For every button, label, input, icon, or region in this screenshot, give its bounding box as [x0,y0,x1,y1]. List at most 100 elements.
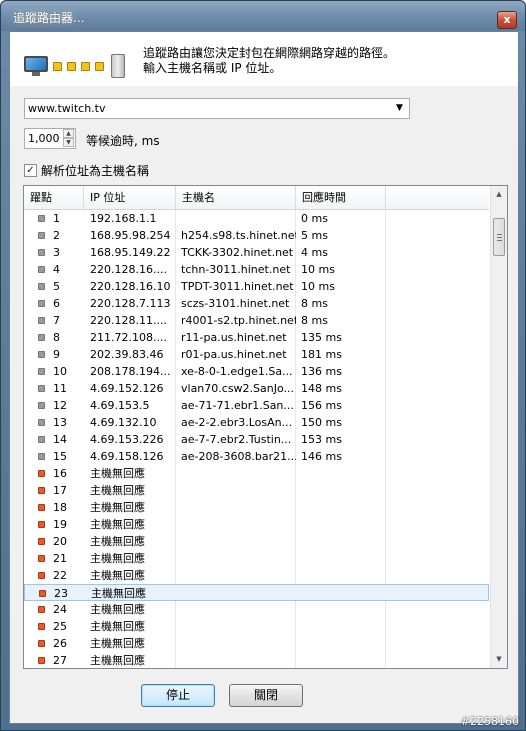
host-cell: tchn-3011.hinet.net [181,263,291,276]
hop-cell: 20 [30,533,84,550]
hop-number: 26 [53,637,67,650]
hop-timeout-icon [38,555,45,562]
hop-cell: 23 [31,585,85,602]
host-cell: TCKK-3302.hinet.net [181,246,294,259]
table-row[interactable]: 3 168.95.149.22 TCKK-3302.hinet.net 4 ms [24,244,489,261]
ip-cell: 211.72.108.... [90,331,167,344]
host-input-value[interactable]: www.twitch.tv [28,102,106,115]
dropdown-arrow-icon[interactable]: ▼ [392,101,407,116]
ip-cell: 168.95.98.254 [90,229,171,242]
spin-down-icon[interactable]: ▼ [63,138,74,147]
resolve-option[interactable]: ✓ 解析位址為主機名稱 [24,162,149,179]
hop-timeout-icon [38,521,45,528]
table-row[interactable]: 7 220.128.11.... r4001-s2.tp.hinet.net 8 ms [24,312,489,329]
table-row[interactable]: 25 主機無回應 [24,618,489,635]
time-cell [301,516,391,533]
time-cell [301,652,391,668]
hop-number: 8 [53,331,60,344]
time-cell [302,585,392,602]
hop-cell: 10 [30,363,84,380]
spin-up-icon[interactable]: ▲ [63,129,74,138]
col-header-ip[interactable]: IP 位址 [84,186,176,210]
host-cell: ae-208-3608.bar21... [181,450,296,463]
table-row[interactable]: 17 主機無回應 [24,482,489,499]
ip-cell: 主機無回應 [91,587,146,600]
time-cell [301,482,391,499]
table-row[interactable]: 18 主機無回應 [24,499,489,516]
table-row[interactable]: 22 主機無回應 [24,567,489,584]
table-row[interactable]: 5 220.128.16.10 TPDT-3011.hinet.net 10 ms [24,278,489,295]
title-bar[interactable]: 追蹤路由器... x [1,1,525,31]
description-line-1: 追蹤路由讓您決定封包在網際網路穿越的路徑。 [143,46,396,60]
table-row[interactable]: 27 主機無回應 [24,652,489,668]
host-cell: ae-7-7.ebr2.Tustin... [181,433,292,446]
time-cell [301,499,391,516]
scrollbar-thumb[interactable] [493,218,505,256]
ip-cell: 主機無回應 [90,569,145,582]
hop-number: 3 [53,246,60,259]
table-row[interactable]: 16 主機無回應 [24,465,489,482]
table-row[interactable]: 15 4.69.158.126 ae-208-3608.bar21... 146 ms [24,448,489,465]
table-row[interactable]: 10 208.178.194... xe-8-0-1.edge1.Sa... 136 … [24,363,489,380]
timeout-value[interactable]: 1,000 [28,132,60,145]
host-cell: r4001-s2.tp.hinet.net [181,314,296,327]
hop-number: 4 [53,263,60,276]
close-button[interactable]: 關閉 [229,684,303,707]
table-row[interactable]: 24 主機無回應 [24,601,489,618]
description-line-2: 輸入主機名稱或 IP 位址。 [143,61,282,75]
vertical-scrollbar[interactable]: ▲ ▼ [490,186,507,668]
hop-cell: 14 [30,431,84,448]
hop-dot-icon [67,61,76,71]
dialog-description: 追蹤路由讓您決定封包在網際網路穿越的路徑。 輸入主機名稱或 IP 位址。 [143,46,395,76]
resolve-label[interactable]: 解析位址為主機名稱 [41,162,149,179]
time-cell: 8 ms [301,297,328,310]
host-cell [181,465,296,482]
col-header-hop[interactable]: 躍點 [24,186,84,210]
time-cell: 10 ms [301,280,335,293]
table-row[interactable]: 12 4.69.153.5 ae-71-71.ebr1.San... 156 ms [24,397,489,414]
hops-table[interactable]: 躍點 IP 位址 主機名 回應時間 1 192.168.1.1 0 ms 2 168.9… [23,185,508,669]
window-close-button[interactable]: x [497,11,517,29]
time-cell: 156 ms [301,399,342,412]
table-row[interactable]: 26 主機無回應 [24,635,489,652]
timeout-spinner[interactable]: 1,000 ▲ ▼ [24,128,76,149]
table-row[interactable]: 13 4.69.132.10 ae-2-2.ebr3.LosAn... 150 ms [24,414,489,431]
hop-number: 19 [53,518,67,531]
hop-number: 24 [53,603,67,616]
hop-number: 9 [53,348,60,361]
table-row[interactable]: 4 220.128.16.... tchn-3011.hinet.net 10 ms [24,261,489,278]
ip-cell: 168.95.149.22 [90,246,171,259]
table-row[interactable]: 19 主機無回應 [24,516,489,533]
table-row[interactable]: 23 主機無回應 [24,584,489,601]
ip-cell: 主機無回應 [90,654,145,667]
col-header-host[interactable]: 主機名 [176,186,296,210]
table-row[interactable]: 9 202.39.83.46 r01-pa.us.hinet.net 181 ms [24,346,489,363]
table-row[interactable]: 6 220.128.7.113 sczs-3101.hinet.net 8 ms [24,295,489,312]
stop-button[interactable]: 停止 [141,684,215,707]
hop-ok-icon [38,351,45,358]
dialog-body: 追蹤路由讓您決定封包在網際網路穿越的路徑。 輸入主機名稱或 IP 位址。 www… [9,31,519,724]
hop-cell: 17 [30,482,84,499]
time-cell: 150 ms [301,416,342,429]
host-cell: xe-8-0-1.edge1.Sa... [181,365,293,378]
scroll-up-icon[interactable]: ▲ [491,186,507,203]
ip-cell: 主機無回應 [90,552,145,565]
hop-cell: 25 [30,618,84,635]
table-row[interactable]: 11 4.69.152.126 vlan70.csw2.SanJo... 148 ms [24,380,489,397]
ip-cell: 220.128.16.... [90,263,167,276]
ip-cell: 220.128.11.... [90,314,167,327]
host-combobox[interactable]: www.twitch.tv ▼ [24,98,410,119]
table-row[interactable]: 8 211.72.108.... r11-pa.us.hinet.net 135 ms [24,329,489,346]
table-body: 1 192.168.1.1 0 ms 2 168.95.98.254 h254.s98.t… [24,210,489,668]
table-row[interactable]: 21 主機無回應 [24,550,489,567]
resolve-checkbox[interactable]: ✓ [24,164,37,177]
host-cell [181,516,296,533]
ip-cell: 4.69.132.10 [90,416,157,429]
table-row[interactable]: 1 192.168.1.1 0 ms [24,210,489,227]
table-row[interactable]: 2 168.95.98.254 h254.s98.ts.hinet.net 5 ms [24,227,489,244]
col-header-time[interactable]: 回應時間 [296,186,386,210]
table-row[interactable]: 14 4.69.153.226 ae-7-7.ebr2.Tustin... 153 m… [24,431,489,448]
host-cell: vlan70.csw2.SanJo... [181,382,295,395]
scroll-down-icon[interactable]: ▼ [491,651,507,668]
table-row[interactable]: 20 主機無回應 [24,533,489,550]
